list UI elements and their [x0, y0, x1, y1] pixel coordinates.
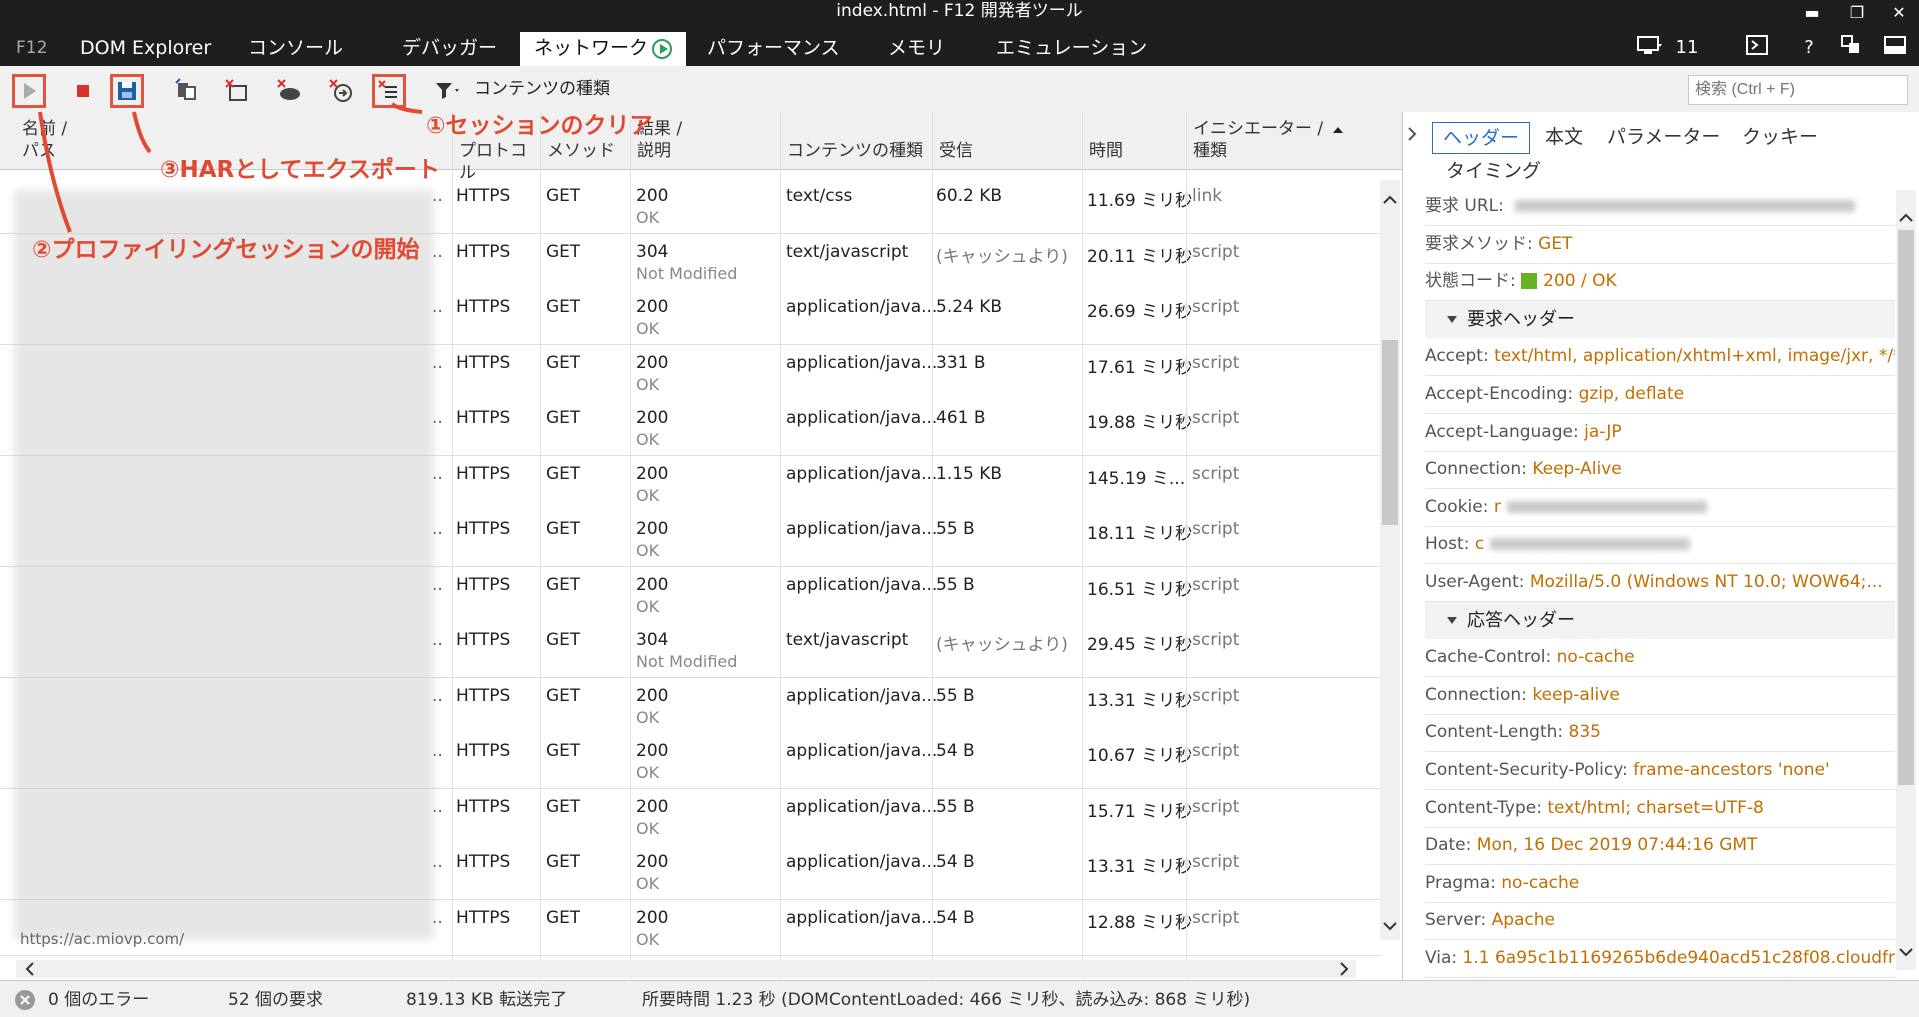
- annotation-start: ②プロファイリングセッションの開始: [32, 237, 420, 263]
- annotation-export: ③HARとしてエクスポート: [160, 157, 440, 183]
- annotation-clear: ①セッションのクリア: [426, 113, 653, 139]
